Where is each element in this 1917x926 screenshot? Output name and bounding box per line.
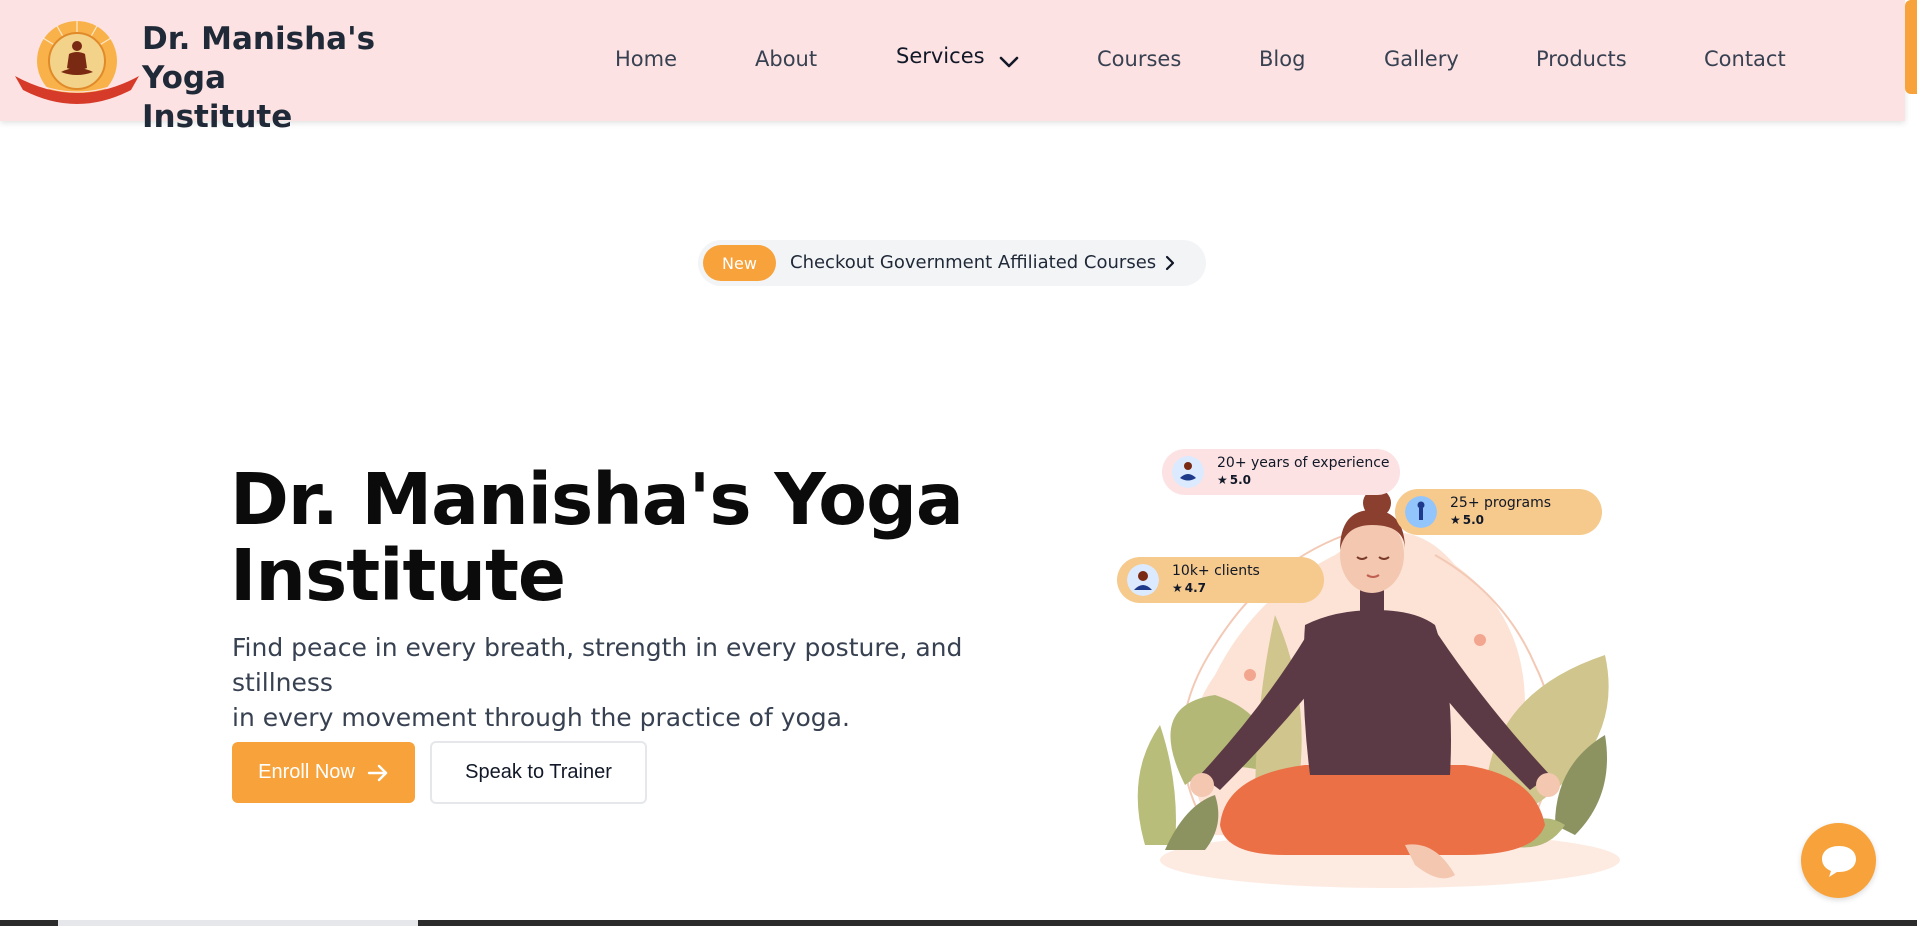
horizontal-scrollbar-thumb[interactable] [58, 920, 418, 926]
nav-contact[interactable]: Contact [1704, 47, 1786, 71]
stat-programs-rating: ★ 5.0 [1450, 513, 1484, 527]
nav-services[interactable]: Services [896, 44, 985, 68]
stat-experience-rating: ★ 5.0 [1217, 473, 1251, 487]
nav-courses[interactable]: Courses [1097, 47, 1181, 71]
nav-home[interactable]: Home [615, 47, 677, 71]
stat-programs-label: 25+ programs [1450, 495, 1552, 511]
hero-subtitle-line-1: Find peace in every breath, strength in … [232, 633, 963, 697]
stat-clients: 10k+ clients ★ 4.7 [1117, 557, 1324, 603]
hero-title-line-2: Institute [230, 534, 566, 617]
main-nav: Home About Services Courses Blog Gallery… [0, 0, 1905, 121]
hero-subtitle-line-2: in every movement through the practice o… [232, 703, 850, 732]
stat-experience: 20+ years of experience ★ 5.0 [1162, 449, 1400, 495]
new-badge: New [703, 245, 776, 281]
yogi-avatar-icon [1405, 496, 1437, 528]
nav-gallery[interactable]: Gallery [1384, 47, 1459, 71]
stat-experience-rating-value: 5.0 [1229, 473, 1252, 487]
scrollbar-thumb[interactable] [1905, 0, 1917, 94]
stat-clients-label: 10k+ clients [1172, 563, 1260, 579]
stat-programs-rating-value: 5.0 [1462, 513, 1485, 527]
nav-blog[interactable]: Blog [1259, 47, 1305, 71]
nav-about[interactable]: About [755, 47, 817, 71]
stat-programs: 25+ programs ★ 5.0 [1395, 489, 1602, 535]
announcement-text: Checkout Government Affiliated Courses [790, 252, 1157, 273]
announcement-pill[interactable]: New Checkout Government Affiliated Cours… [698, 240, 1206, 286]
chevron-right-icon [1165, 255, 1175, 271]
star-icon: ★ [1217, 473, 1228, 487]
nav-products[interactable]: Products [1536, 47, 1627, 71]
yogi-avatar-icon [1172, 456, 1204, 488]
chevron-down-icon[interactable] [998, 54, 1020, 70]
speak-to-trainer-button[interactable]: Speak to Trainer [430, 741, 647, 804]
stat-clients-rating-value: 4.7 [1184, 581, 1207, 595]
stat-clients-rating: ★ 4.7 [1172, 581, 1206, 595]
chat-button[interactable] [1801, 823, 1876, 898]
hero-title-line-1: Dr. Manisha's Yoga [230, 458, 964, 541]
speak-to-trainer-label: Speak to Trainer [465, 761, 612, 783]
hero-title: Dr. Manisha's Yoga Institute [230, 462, 1050, 614]
star-icon: ★ [1172, 581, 1183, 595]
hero-subtitle: Find peace in every breath, strength in … [232, 630, 1062, 735]
enroll-now-label: Enroll Now [258, 761, 355, 783]
star-icon: ★ [1450, 513, 1461, 527]
user-avatar-icon [1127, 564, 1159, 596]
site-header: Dr. Manisha's Yoga Institute Home About … [0, 0, 1905, 135]
arrow-right-icon [367, 764, 388, 781]
chat-bubble-icon [1821, 845, 1856, 877]
stat-experience-label: 20+ years of experience [1217, 455, 1390, 471]
enroll-now-button[interactable]: Enroll Now [232, 742, 415, 803]
